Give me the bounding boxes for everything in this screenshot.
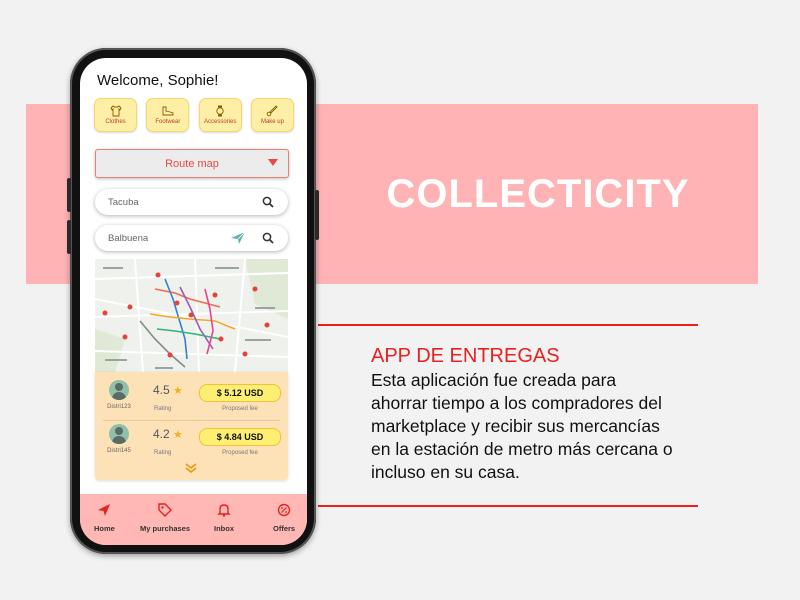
shoe-icon — [162, 106, 174, 116]
shirt-icon — [109, 105, 122, 117]
rating-label: Rating — [154, 406, 172, 412]
offers-icon — [277, 503, 291, 517]
tab-home[interactable]: Home — [94, 503, 115, 533]
proposed-fee-button[interactable]: $ 4.84 USD — [199, 428, 281, 446]
send-location-icon[interactable] — [230, 231, 246, 245]
driver-rating: 4.5 ★ — [153, 383, 183, 397]
description-line: ahorrar tiempo a los compradores del — [371, 393, 662, 413]
star-icon: ★ — [173, 429, 183, 441]
welcome-text: Welcome, Sophie! — [97, 72, 219, 89]
category-label: Clothes — [105, 119, 126, 125]
category-bar: Clothes Footwear Accessories Make up — [94, 98, 294, 132]
watch-icon — [216, 105, 224, 117]
category-label: Make up — [260, 119, 284, 125]
tab-label: My purchases — [140, 524, 191, 533]
tab-label: Home — [94, 524, 115, 533]
route-map-label: Route map — [165, 157, 219, 170]
chevron-double-down-icon[interactable] — [185, 462, 197, 474]
map-graphic — [95, 259, 288, 372]
phone-power-button — [315, 190, 319, 240]
description-line: en la estación de metro más cercana o — [371, 439, 673, 459]
category-footwear[interactable]: Footwear — [146, 98, 190, 132]
search-icon[interactable] — [262, 196, 274, 208]
tab-inbox[interactable]: Inbox — [214, 503, 234, 533]
destination-search-field[interactable]: Balbuena — [95, 225, 288, 251]
tab-my-purchases[interactable]: My purchases — [140, 503, 190, 533]
description-line: Esta aplicación fue creada para — [371, 370, 617, 390]
driver-offer-row[interactable]: Distri145 4.2 ★ Rating $ 4.84 USD Propos… — [95, 420, 288, 466]
origin-search-field[interactable]: Tacuba — [95, 189, 288, 215]
star-icon: ★ — [173, 385, 183, 397]
divider-bottom — [318, 505, 698, 507]
tab-offers[interactable]: Offers — [273, 503, 295, 533]
brush-icon — [267, 105, 279, 117]
description-body: Esta aplicación fue creada para ahorrar … — [371, 369, 741, 484]
description-block: APP DE ENTREGAS Esta aplicación fue crea… — [371, 344, 741, 484]
driver-name: Distri123 — [107, 404, 131, 410]
tab-label: Offers — [273, 524, 296, 533]
rating-value: 4.2 — [153, 427, 170, 441]
route-map-select[interactable]: Route map — [95, 149, 289, 178]
description-line: marketplace y recibir sus mercancías — [371, 416, 660, 436]
origin-value: Tacuba — [108, 196, 139, 208]
avatar — [109, 424, 129, 444]
phone-volume-up — [67, 178, 71, 212]
destination-value: Balbuena — [108, 232, 149, 244]
tag-icon — [158, 503, 173, 517]
route-map[interactable] — [95, 259, 288, 372]
phone-screen: Welcome, Sophie! Clothes Footwear Access… — [80, 58, 307, 545]
chevron-down-icon — [268, 159, 278, 166]
driver-offers-panel: Distri123 4.5 ★ Rating $ 5.12 USD Propos… — [95, 372, 288, 480]
proposed-fee-button[interactable]: $ 5.12 USD — [199, 384, 281, 402]
avatar — [109, 380, 129, 400]
description-line: incluso en su casa. — [371, 462, 520, 482]
bell-icon — [217, 504, 231, 517]
driver-name: Distri145 — [107, 448, 131, 454]
send-icon — [98, 504, 111, 516]
description-heading: APP DE ENTREGAS — [371, 345, 560, 367]
bottom-tab-bar: Home My purchases Inbox Offers — [80, 494, 307, 545]
category-makeup[interactable]: Make up — [250, 98, 294, 132]
rating-label: Rating — [154, 450, 172, 456]
proposed-fee-label: Proposed fee — [222, 450, 258, 456]
category-label: Footwear — [155, 119, 181, 125]
driver-offer-row[interactable]: Distri123 4.5 ★ Rating $ 5.12 USD Propos… — [95, 376, 288, 422]
category-label: Accessories — [203, 119, 237, 125]
category-clothes[interactable]: Clothes — [94, 98, 137, 132]
category-accessories[interactable]: Accessories — [198, 98, 242, 132]
proposed-fee-label: Proposed fee — [222, 406, 258, 412]
divider-top — [318, 324, 698, 326]
rating-value: 4.5 — [153, 383, 170, 397]
driver-rating: 4.2 ★ — [153, 427, 183, 441]
tab-label: Inbox — [214, 524, 234, 533]
phone-volume-down — [67, 220, 71, 254]
search-icon[interactable] — [262, 232, 274, 244]
brand-title: COLLECTICITY — [386, 171, 690, 216]
